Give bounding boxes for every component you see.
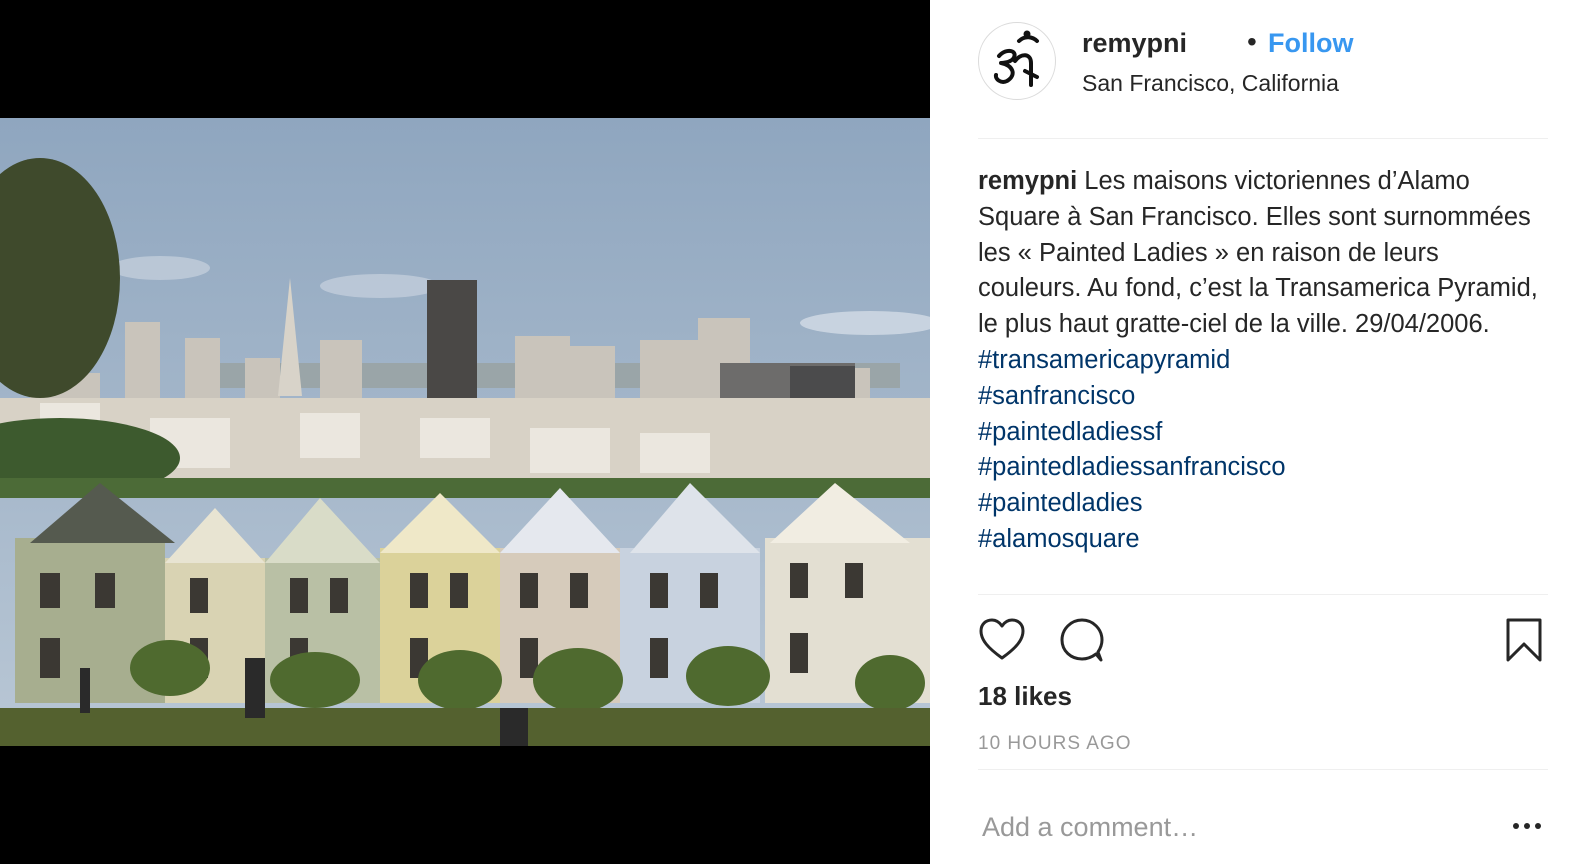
caption-divider [978,594,1548,595]
heart-icon[interactable] [978,616,1026,669]
caption-author-link[interactable]: remypni [978,167,1077,195]
hashtag-link[interactable]: #paintedladiessf [978,415,1548,451]
separator-dot: • [1247,26,1257,57]
hashtag-link[interactable]: #sanfrancisco [978,379,1548,415]
post-header: remypni • Follow San Francisco, Californ… [978,22,1548,102]
post-timestamp[interactable]: 10 HOURS AGO [978,733,1132,755]
post-sidebar: remypni • Follow San Francisco, Californ… [930,0,1578,864]
username-link[interactable]: remypni [1082,28,1187,59]
painted-ladies-photo [0,118,930,746]
header-divider [978,138,1548,139]
avatar[interactable] [978,22,1056,100]
om-symbol-avatar-icon [993,30,1039,87]
bookmark-icon[interactable] [1504,616,1544,669]
post-photo[interactable] [0,118,930,746]
comment-bubble-icon[interactable] [1058,616,1106,669]
location-link[interactable]: San Francisco, California [1082,70,1339,97]
comment-divider [978,769,1548,770]
hashtag-link[interactable]: #paintedladies [978,486,1548,522]
comment-input[interactable] [982,808,1482,846]
action-bar [978,616,1548,664]
follow-button[interactable]: Follow [1268,28,1353,59]
hashtag-link[interactable]: #alamosquare [978,522,1548,558]
ellipsis-icon[interactable] [1512,816,1542,836]
hashtag-link[interactable]: #paintedladiessanfrancisco [978,450,1548,486]
like-count[interactable]: 18 likes [978,681,1072,712]
hashtag-link[interactable]: #transamericapyramid [978,343,1548,379]
post-media [0,0,930,864]
post-caption: remypni Les maisons victoriennes d’Alamo… [978,164,1548,558]
